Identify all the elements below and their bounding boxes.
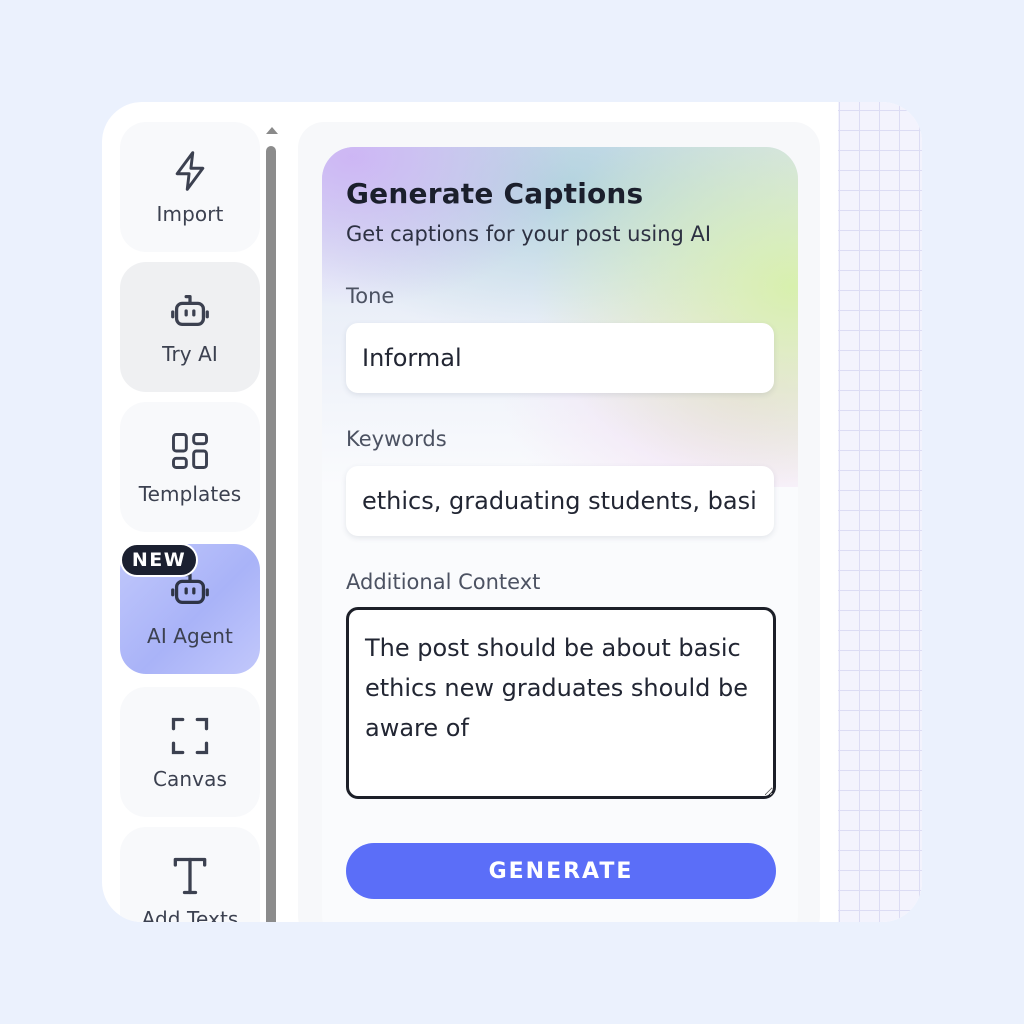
panel-subtitle: Get captions for your post using AI xyxy=(346,222,712,246)
sidebar-item-add-texts[interactable]: Add Texts xyxy=(120,827,260,922)
generate-captions-card: Generate Captions Get captions for your … xyxy=(322,147,798,922)
lightning-icon xyxy=(167,148,213,194)
keywords-input[interactable] xyxy=(346,466,774,536)
tool-sidebar: Import Try AI Templates AI Agent NEW Can… xyxy=(102,102,278,922)
sidebar-item-label: Add Texts xyxy=(141,907,239,922)
frame-corners-icon xyxy=(167,713,213,759)
grid-layout-icon xyxy=(167,428,213,474)
sidebar-item-label: Templates xyxy=(138,482,242,506)
robot-icon xyxy=(167,288,213,334)
sidebar-scrollbar[interactable] xyxy=(264,122,278,922)
panel-title: Generate Captions xyxy=(346,177,644,210)
sidebar-item-try-ai[interactable]: Try AI xyxy=(120,262,260,392)
keywords-label: Keywords xyxy=(346,427,447,451)
app-window: Import Try AI Templates AI Agent NEW Can… xyxy=(102,102,922,922)
new-badge: NEW xyxy=(120,543,198,577)
sidebar-item-templates[interactable]: Templates xyxy=(120,402,260,532)
sidebar-item-label: Try AI xyxy=(162,342,218,366)
design-canvas-grid[interactable] xyxy=(838,102,922,922)
additional-context-textarea[interactable]: The post should be about basic ethics ne… xyxy=(346,607,776,799)
text-t-icon xyxy=(167,853,213,899)
scrollbar-thumb[interactable] xyxy=(266,146,276,922)
sidebar-item-canvas[interactable]: Canvas xyxy=(120,687,260,817)
tone-input[interactable] xyxy=(346,323,774,393)
scroll-up-icon[interactable] xyxy=(266,127,278,134)
tone-label: Tone xyxy=(346,284,395,308)
sidebar-item-label: Import xyxy=(156,202,224,226)
generate-button[interactable]: GENERATE xyxy=(346,843,776,899)
sidebar-item-label: AI Agent xyxy=(147,624,233,648)
additional-context-label: Additional Context xyxy=(346,570,541,594)
sidebar-item-label: Canvas xyxy=(152,767,227,791)
sidebar-item-import[interactable]: Import xyxy=(120,122,260,252)
